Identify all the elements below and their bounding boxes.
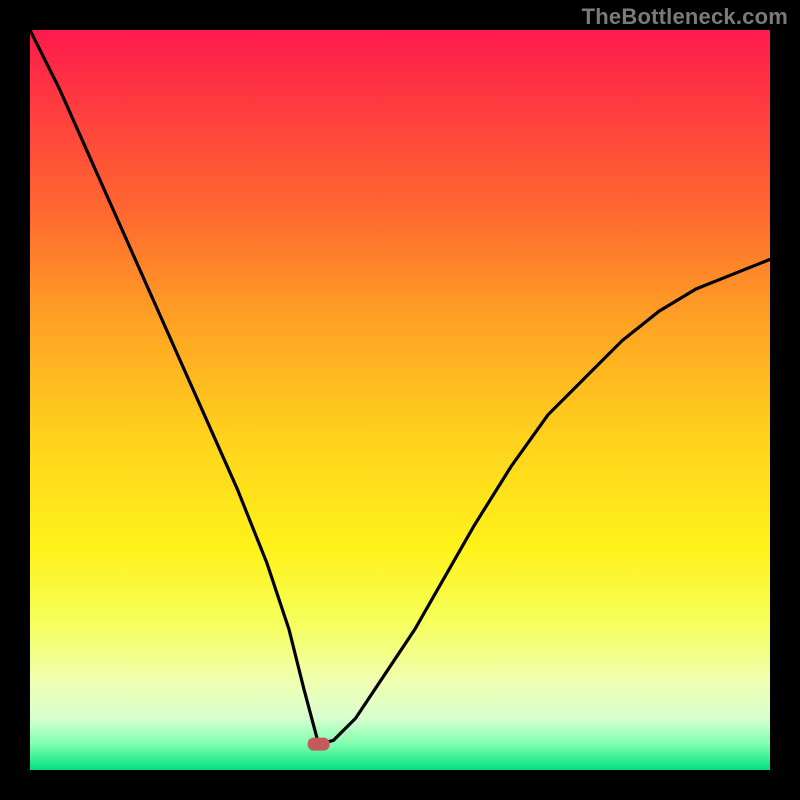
chart-frame: TheBottleneck.com <box>0 0 800 800</box>
plot-area <box>30 30 770 770</box>
bottleneck-chart <box>30 30 770 770</box>
gradient-background <box>30 30 770 770</box>
watermark-text: TheBottleneck.com <box>582 4 788 30</box>
optimal-point-marker <box>308 738 330 751</box>
